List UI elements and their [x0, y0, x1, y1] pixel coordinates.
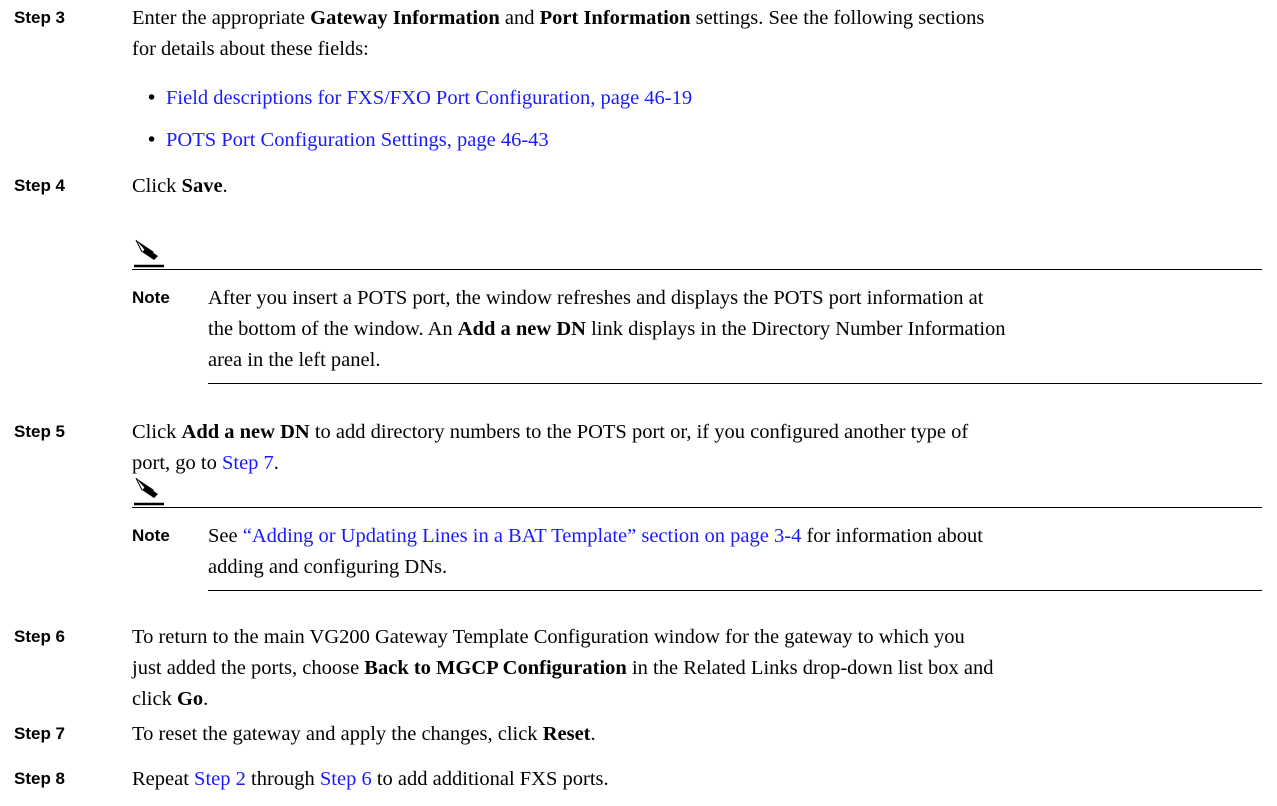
step-8-text: Repeat Step 2 through Step 6 to add addi… — [132, 768, 609, 790]
step-5-text: Click Add a new DN to add directory numb… — [132, 421, 969, 474]
bullet-item: • POTS Port Configuration Settings, page … — [148, 129, 549, 151]
note-1-text: After you insert a POTS port, the window… — [208, 287, 1006, 371]
step-4-label: Step 4 — [14, 176, 66, 195]
link-pots-port-configuration-settings[interactable]: POTS Port Configuration Settings, page 4… — [166, 129, 549, 151]
note-bottom-rule — [208, 383, 1262, 384]
step-3-text: Enter the appropriate Gateway Informatio… — [132, 7, 985, 60]
note-label: Note — [132, 288, 170, 307]
link-adding-updating-lines[interactable]: “Adding or Updating Lines in a BAT Templ… — [243, 525, 802, 547]
step-7-text: To reset the gateway and apply the chang… — [132, 723, 596, 745]
step-4-text: Click Save. — [132, 175, 228, 197]
step-6-text: To return to the main VG200 Gateway Temp… — [132, 626, 994, 710]
step-3-label: Step 3 — [14, 8, 66, 27]
pencil-note-icon — [134, 477, 164, 506]
note-2-text: See “Adding or Updating Lines in a BAT T… — [208, 525, 983, 578]
bullet-item: • Field descriptions for FXS/FXO Port Con… — [148, 87, 693, 109]
step-6-label: Step 6 — [14, 627, 66, 646]
link-step-2[interactable]: Step 2 — [194, 768, 246, 790]
step-7-label: Step 7 — [14, 724, 66, 743]
link-step-7[interactable]: Step 7 — [222, 452, 274, 474]
link-step-6[interactable]: Step 6 — [320, 768, 372, 790]
pencil-note-icon — [134, 239, 164, 268]
step-5-label: Step 5 — [14, 422, 66, 441]
link-fxs-fxo-port-configuration[interactable]: Field descriptions for FXS/FXO Port Conf… — [166, 87, 692, 109]
note-bottom-rule — [208, 590, 1262, 591]
note-top-rule — [132, 269, 1262, 270]
note-top-rule — [132, 507, 1262, 508]
step-8-label: Step 8 — [14, 769, 66, 788]
note-label: Note — [132, 526, 170, 545]
